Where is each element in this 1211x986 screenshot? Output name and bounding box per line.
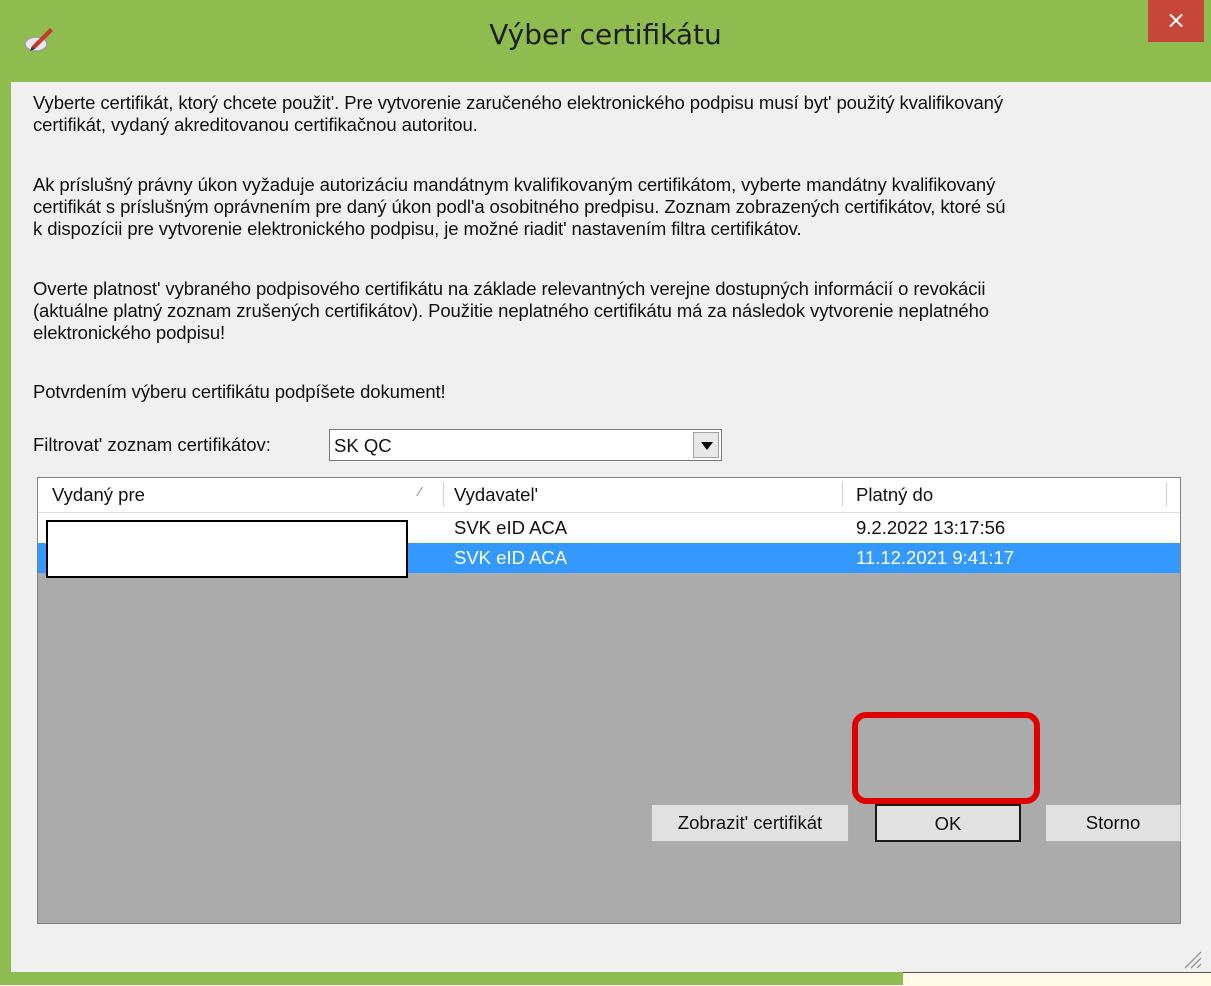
intro-text: certifikát s príslušným oprávnením pre d…	[33, 196, 1006, 217]
certificate-list[interactable]: Vydaný pre ⁄ Vydavatel' Platný do SVK eI…	[37, 477, 1181, 924]
list-header: Vydaný pre ⁄ Vydavatel' Platný do	[38, 478, 1180, 513]
certificate-filter-select[interactable]: SK QC	[329, 429, 722, 461]
view-certificate-button[interactable]: Zobrazit' certifikát	[651, 804, 849, 842]
cell-valid-to: 9.2.2022 13:17:56	[856, 517, 1006, 538]
column-header-valid-to[interactable]: Platný do	[856, 484, 933, 506]
intro-text: k dispozícii pre vytvorenie elektronické…	[33, 218, 802, 239]
dropdown-button[interactable]	[693, 432, 719, 458]
dialog-window: Výber certifikátu × Vyberte certifikát, …	[0, 0, 1211, 986]
cell-valid-to: 11.12.2021 9:41:17	[856, 547, 1015, 568]
ok-button-highlight	[852, 712, 1040, 804]
dialog-client-area: Vyberte certifikát, ktorý chcete použit'…	[11, 82, 1211, 972]
cancel-button[interactable]: Storno	[1045, 804, 1181, 842]
filter-label: Filtrovat' zoznam certifikátov:	[33, 434, 271, 455]
redaction-box	[46, 520, 408, 578]
column-divider[interactable]	[443, 482, 444, 506]
cell-issuer: SVK eID ACA	[454, 517, 568, 538]
close-button[interactable]: ×	[1148, 0, 1204, 42]
chevron-down-icon	[701, 442, 713, 450]
sort-icon: ⁄	[419, 484, 422, 499]
intro-text: Ak príslušný právny úkon vyžaduje autori…	[33, 174, 996, 195]
intro-text: Overte platnost' vybraného podpisového c…	[33, 278, 986, 299]
confirm-notice: Potvrdením výberu certifikátu podpíšete …	[33, 381, 446, 402]
column-divider[interactable]	[1166, 482, 1167, 506]
intro-text: Vyberte certifikát, ktorý chcete použit'…	[33, 92, 1004, 113]
intro-text: (aktuálne platný zoznam zrušených certif…	[33, 300, 989, 321]
intro-paragraph-2: Ak príslušný právny úkon vyžaduje autori…	[33, 174, 1183, 240]
intro-text: certifikát, vydaný akreditovanou certifi…	[33, 114, 478, 135]
intro-text: elektronického podpisu!	[33, 322, 226, 343]
column-header-issuer[interactable]: Vydavatel'	[454, 484, 538, 506]
ok-button[interactable]: OK	[875, 804, 1021, 842]
intro-paragraph-1: Vyberte certifikát, ktorý chcete použit'…	[33, 92, 1183, 136]
filter-value: SK QC	[334, 435, 392, 456]
column-divider[interactable]	[842, 482, 843, 506]
title-bar[interactable]: Výber certifikátu ×	[0, 0, 1211, 82]
cell-issuer: SVK eID ACA	[454, 547, 568, 568]
column-header-issued-for[interactable]: Vydaný pre	[52, 484, 145, 506]
window-title: Výber certifikátu	[489, 18, 722, 51]
intro-paragraph-3: Overte platnost' vybraného podpisového c…	[33, 278, 1183, 344]
resize-grip-icon[interactable]	[1181, 948, 1203, 970]
tooltip-edge	[903, 972, 1211, 986]
